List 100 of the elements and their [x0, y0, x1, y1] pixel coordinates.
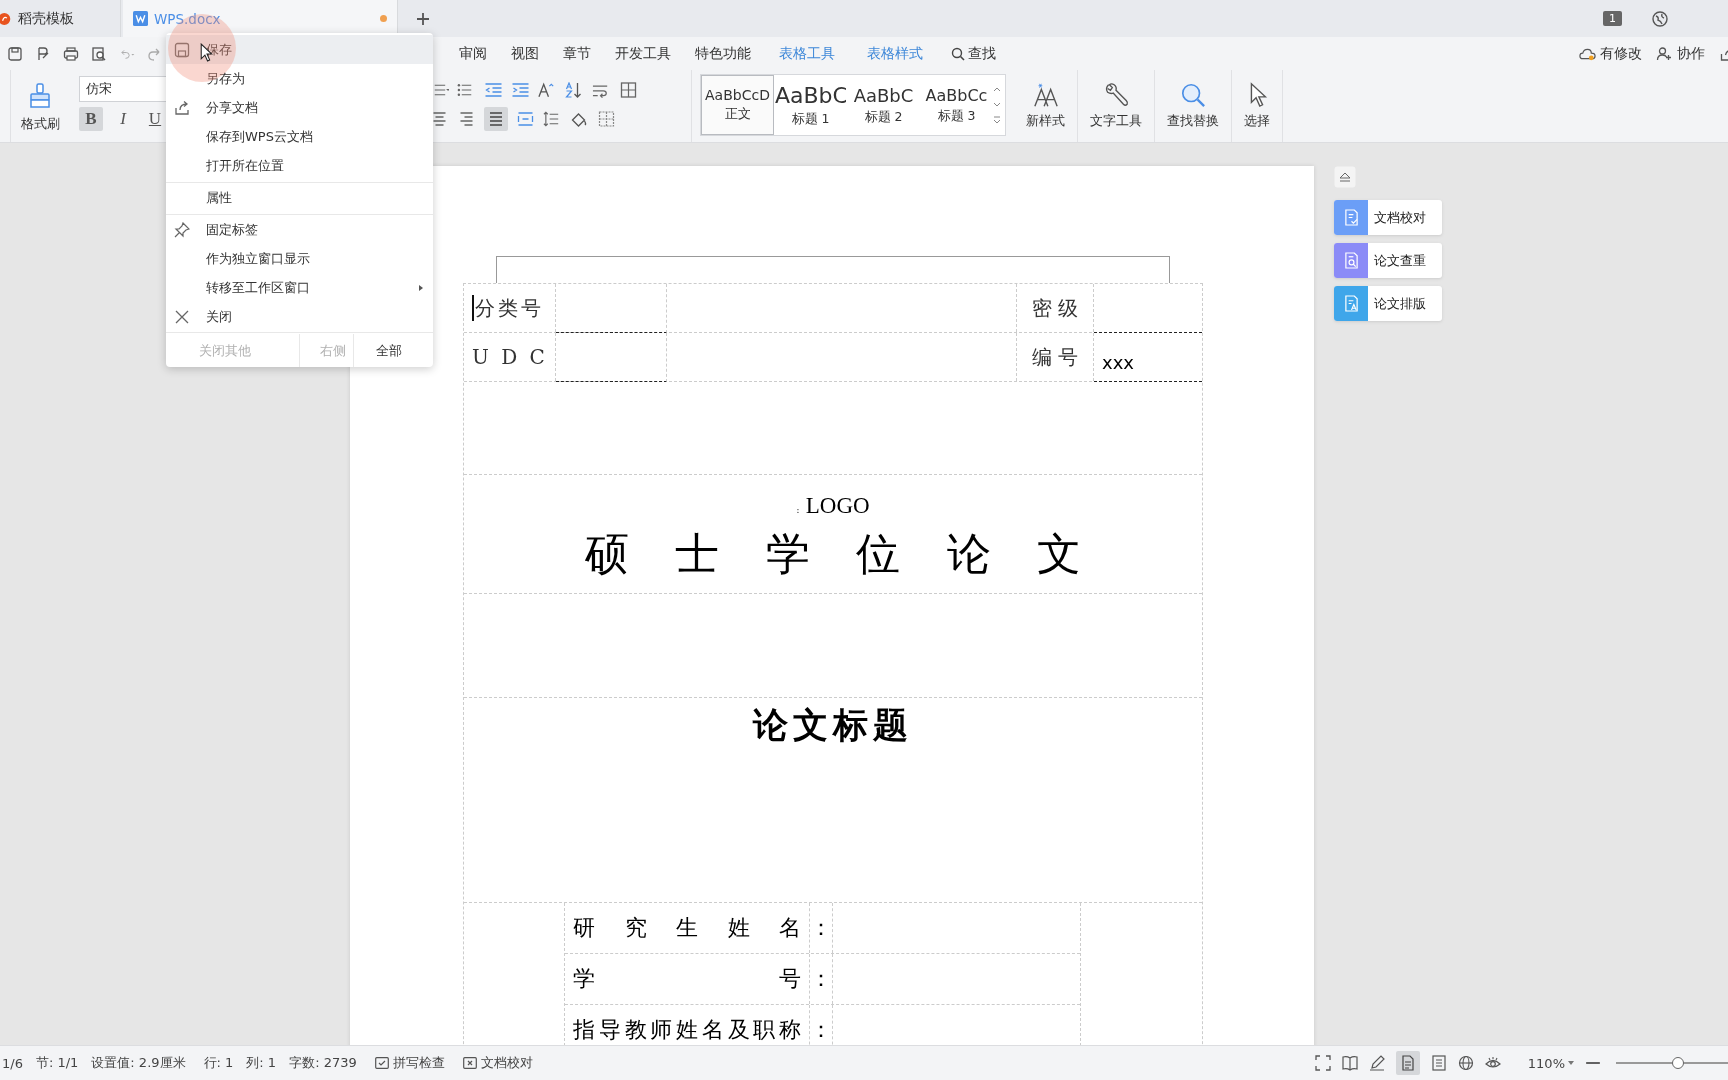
close-icon	[174, 308, 190, 325]
field-label: 编 号	[1017, 333, 1094, 381]
window-count-badge[interactable]: 1	[1603, 11, 1622, 26]
side-panel-button[interactable]: 论文查重	[1334, 243, 1442, 278]
share-icon	[174, 99, 190, 116]
text-cursor	[472, 295, 474, 321]
wrench-icon	[1103, 82, 1129, 108]
menu-item[interactable]: 分享文档	[166, 93, 433, 122]
submenu-arrow-icon	[419, 284, 423, 291]
degree-title: 硕士学位论文	[585, 527, 1081, 581]
header-action[interactable]: 有修改	[1579, 44, 1642, 63]
pen-icon[interactable]	[1368, 1055, 1385, 1071]
table-icon[interactable]	[619, 81, 638, 98]
person-add-icon	[1656, 46, 1673, 61]
ribbon-tab-label: 开发工具	[615, 44, 671, 63]
style-option[interactable]: AaBbCc 标题 3	[920, 75, 993, 135]
caret-icon[interactable]	[1568, 1061, 1574, 1065]
status-text: 设置值: 2.9厘米	[91, 1054, 186, 1072]
thesis-title: 论文标题	[753, 703, 913, 747]
font-style-button[interactable]: U	[143, 107, 167, 131]
side-panel-button[interactable]: 论文排版	[1334, 286, 1442, 321]
save-icon[interactable]	[7, 45, 23, 62]
menu-item[interactable]: 转移至工作区窗口	[166, 273, 433, 302]
ribbon-tab-label: 视图	[511, 44, 539, 63]
status-text: 1/6	[2, 1055, 23, 1071]
field-label: 研究生姓名	[565, 903, 810, 953]
header-action-label: 协作	[1677, 44, 1705, 63]
status-button[interactable]: 拼写检查	[374, 1054, 445, 1072]
menu-item[interactable]: 关闭	[166, 302, 433, 331]
ribbon-tab-label: 查找	[968, 44, 996, 63]
status-text: 节: 1/1	[35, 1054, 79, 1072]
format-icon[interactable]	[35, 45, 51, 62]
ribbon-tab-label: 表格样式	[867, 44, 923, 63]
field-label: 分类号	[475, 294, 544, 322]
zoom-slider-thumb[interactable]	[1671, 1057, 1684, 1069]
justify-button[interactable]	[484, 106, 508, 131]
ribbon-tab[interactable]: 表格样式	[851, 44, 939, 63]
menu-footer-button[interactable]: 全部	[354, 334, 426, 367]
style-option[interactable]: AaBbC 标题 1	[774, 75, 847, 135]
ribbon-tab-label: 特色功能	[695, 44, 751, 63]
tool-button[interactable]: 查找替换	[1155, 70, 1232, 142]
side-panel-button[interactable]: 文档校对	[1334, 200, 1442, 235]
status-button[interactable]: 文档校对	[462, 1054, 533, 1072]
ribbon-tab[interactable]: 表格工具	[763, 44, 851, 63]
gallery-scroll-icon[interactable]	[993, 85, 1001, 125]
colon: ：	[810, 954, 833, 1004]
globe-icon[interactable]	[1457, 1055, 1474, 1071]
shading-icon[interactable]	[570, 110, 589, 127]
tab-label: WPS.docx	[154, 10, 221, 27]
header-action[interactable]: 协作	[1656, 44, 1705, 63]
cloud-icon	[1579, 46, 1596, 61]
page-view-button[interactable]	[1395, 1051, 1420, 1075]
ribbon-tab-label: 表格工具	[779, 44, 835, 63]
font-style-button[interactable]: I	[111, 107, 135, 131]
menu-item[interactable]: 保存到WPS云文档	[166, 122, 433, 151]
format-painter-button[interactable]: 格式刷	[11, 70, 69, 142]
style-option[interactable]: AaBbCcD 正文	[701, 75, 774, 135]
font-style-button[interactable]: B	[79, 107, 103, 131]
fill-in-line[interactable]: xxx	[1094, 333, 1202, 382]
zoom-level[interactable]: 110%	[1527, 1055, 1565, 1071]
print-preview-icon[interactable]	[91, 45, 107, 62]
add-tab-icon[interactable]	[416, 11, 430, 26]
collapse-icon[interactable]	[1334, 166, 1356, 188]
print-icon[interactable]	[63, 45, 79, 62]
flame-icon	[0, 11, 12, 26]
tool-button[interactable]: 文字工具	[1078, 70, 1155, 142]
menu-item[interactable]: 打开所在位置	[166, 151, 433, 180]
ribbon-tab[interactable]: 特色功能	[683, 44, 763, 63]
fullscreen-icon[interactable]	[1314, 1055, 1331, 1071]
tool-button[interactable]: 新样式	[1014, 70, 1078, 142]
ribbon-tab[interactable]: 开发工具	[603, 44, 683, 63]
logo-mark: :	[796, 504, 800, 515]
borders-icon[interactable]	[597, 110, 616, 127]
globe-icon[interactable]	[1652, 10, 1668, 27]
menu-item[interactable]: 作为独立窗口显示	[166, 244, 433, 273]
pin-icon	[174, 221, 190, 238]
outline-view-icon[interactable]	[1430, 1055, 1447, 1071]
field-label: U D C	[472, 345, 548, 369]
status-text: 字数: 2739	[289, 1054, 357, 1072]
header-action-label: 有修改	[1600, 44, 1642, 63]
save-icon	[174, 41, 190, 58]
ribbon-tab[interactable]: 章节	[551, 44, 603, 63]
menu-item[interactable]: 另存为	[166, 64, 433, 93]
ribbon-tab-label: 章节	[563, 44, 591, 63]
search-icon	[951, 46, 965, 61]
style-option[interactable]: AaBbC 标题 2	[847, 75, 920, 135]
tool-button[interactable]: 选择	[1232, 70, 1283, 142]
ribbon-tab-label: 审阅	[459, 44, 487, 63]
status-text: 行: 1	[203, 1054, 234, 1072]
menu-item[interactable]: 属性	[166, 182, 433, 212]
sort-icon[interactable]	[565, 81, 584, 98]
field-label: 密 级	[1017, 284, 1094, 332]
ribbon-tab[interactable]: 审阅	[447, 44, 499, 63]
distribute-icon[interactable]	[516, 110, 535, 127]
menu-item[interactable]: 固定标签	[166, 214, 433, 244]
book-icon[interactable]	[1341, 1055, 1358, 1071]
ribbon-tab[interactable]: 视图	[499, 44, 551, 63]
ribbon-tab[interactable]: 查找	[939, 44, 1008, 63]
field-label: 学号	[565, 954, 810, 1004]
eye-icon[interactable]	[1484, 1055, 1501, 1071]
